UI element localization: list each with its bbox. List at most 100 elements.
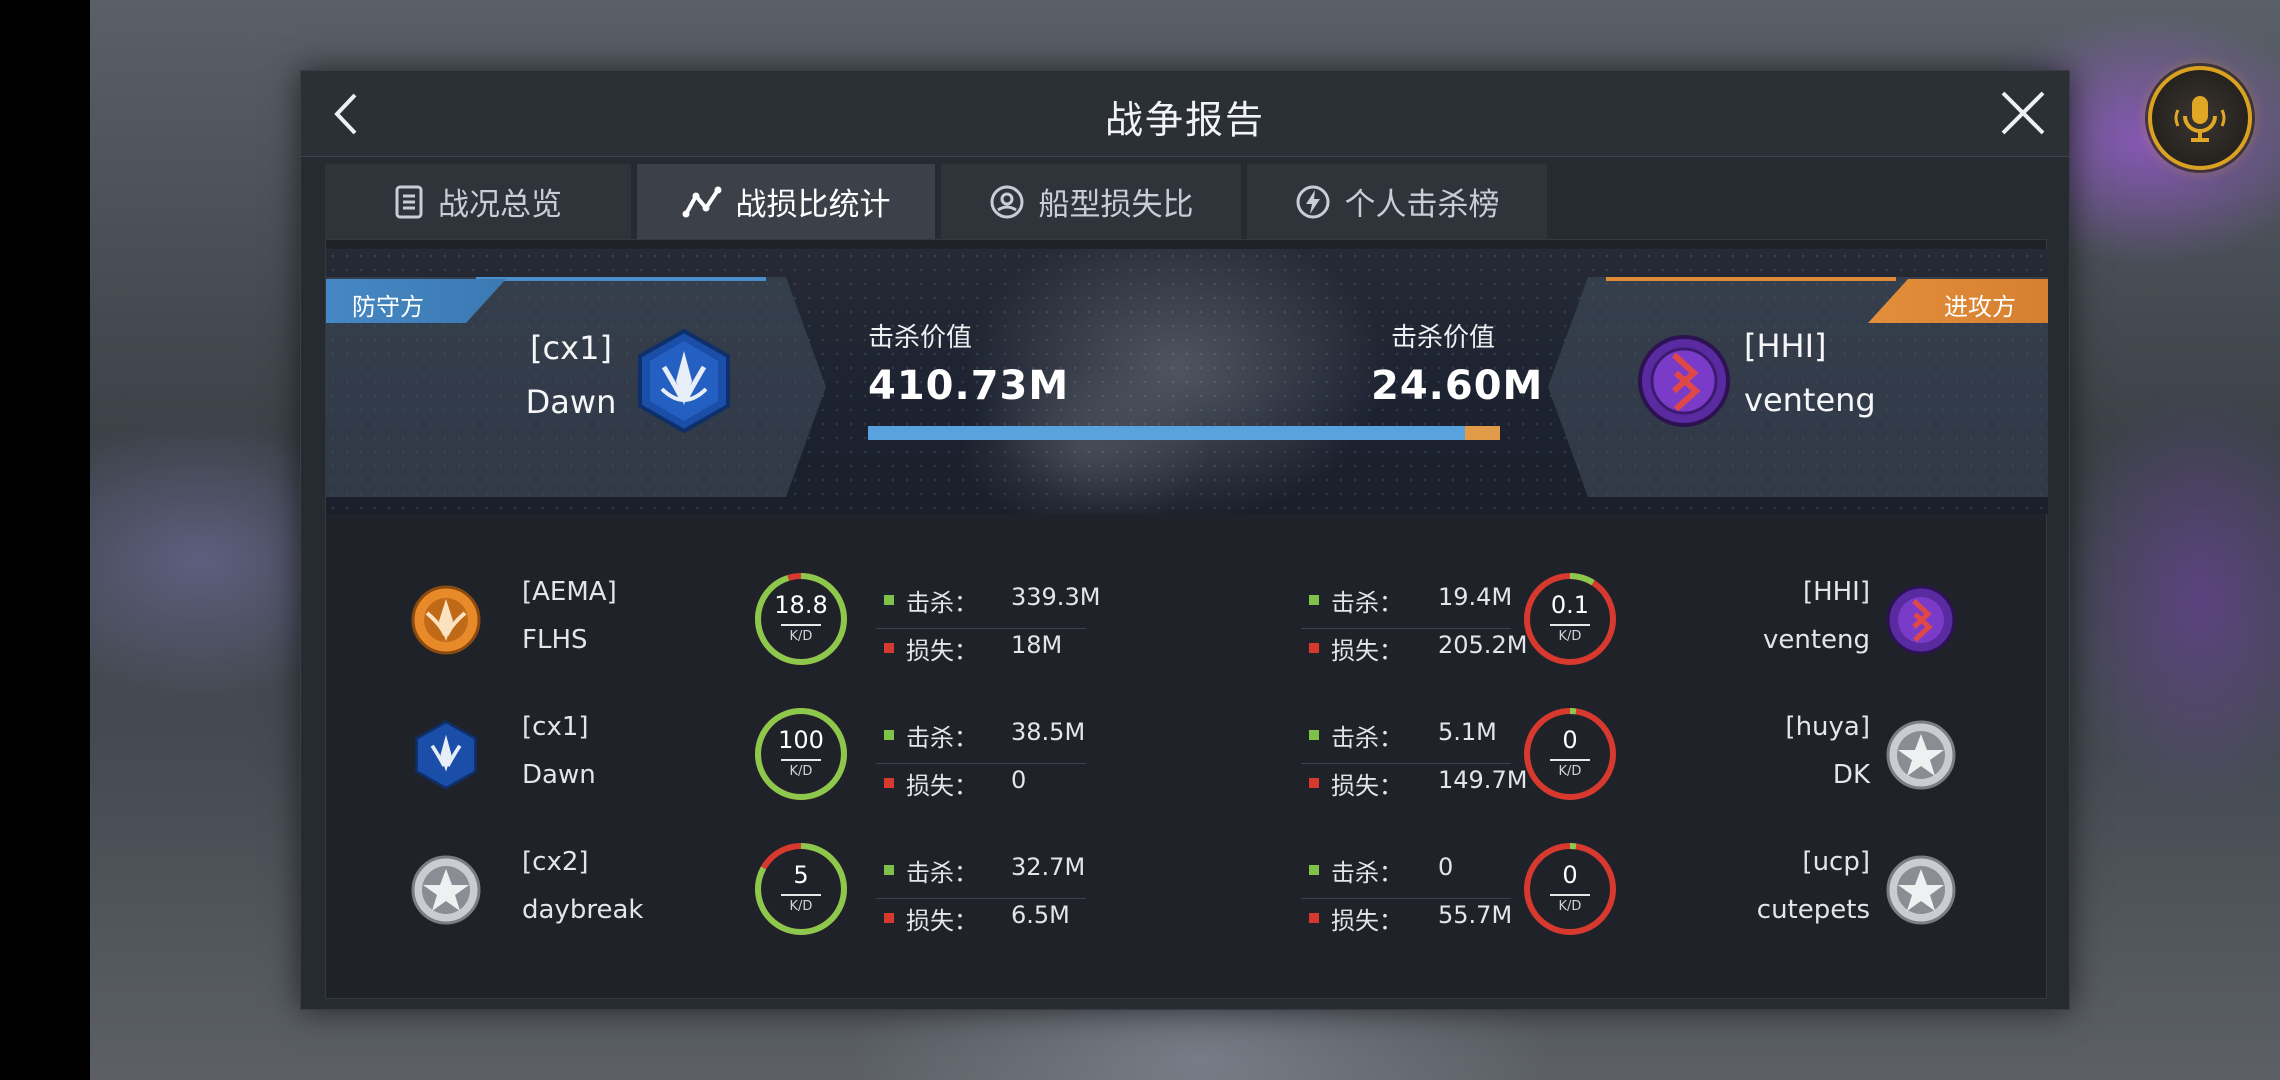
right-loss-value: 205.2M	[1438, 631, 1528, 659]
left-loss-value: 18M	[1011, 631, 1063, 659]
attacker-kill-value: 24.60M	[1371, 363, 1544, 409]
right-alliance-tag: [HHI]	[1802, 577, 1870, 607]
kd-ring: 100 K/D	[753, 706, 849, 802]
left-alliance-tag: [cx2]	[522, 847, 589, 877]
kd-value: 5	[793, 861, 809, 889]
kd-value: 0	[1562, 861, 1578, 889]
loss-label: 损失：	[1331, 907, 1403, 935]
comparison-row: [cx2] daybreak 5 K/D 击杀： 32.7M 损失： 6.5M …	[326, 823, 2048, 958]
loss-marker	[884, 913, 894, 923]
loss-marker	[884, 778, 894, 788]
defender-alliance-tag: [cx1]	[530, 329, 612, 367]
kill-marker	[1309, 865, 1319, 875]
loss-marker	[1309, 913, 1319, 923]
kd-label: K/D	[1558, 899, 1582, 914]
stat-divider	[876, 763, 1086, 764]
left-alliance-name: Dawn	[522, 760, 596, 790]
microphone-icon	[2174, 96, 2226, 142]
kd-label: K/D	[789, 899, 813, 914]
star-emblem-icon	[1886, 720, 1956, 790]
loss-marker	[884, 643, 894, 653]
stat-divider	[1301, 763, 1511, 764]
right-loss-value: 149.7M	[1438, 766, 1528, 794]
stat-divider	[876, 628, 1086, 629]
attacker-ratio-fill	[1464, 426, 1500, 440]
right-kill-value: 0	[1438, 853, 1454, 881]
kd-ring: 0 K/D	[1522, 841, 1618, 937]
tab-bar: 战况总览 战损比统计 船型损失比 个人击杀榜	[325, 164, 1547, 239]
document-icon	[395, 185, 423, 218]
tab-label: 战损比统计	[735, 187, 891, 223]
right-alliance-tag: [ucp]	[1802, 847, 1870, 877]
blue-emblem-icon	[415, 720, 477, 790]
close-icon[interactable]	[1995, 85, 2051, 141]
right-alliance-tag: [huya]	[1785, 712, 1870, 742]
comparison-row: [AEMA] FLHS 18.8 K/D 击杀： 339.3M 损失： 18M …	[326, 553, 2048, 688]
kd-divider	[781, 624, 821, 626]
kd-value: 0	[1562, 726, 1578, 754]
loss-label: 损失：	[906, 907, 978, 935]
left-alliance-tag: [cx1]	[522, 712, 589, 742]
kd-value: 18.8	[774, 591, 828, 619]
attacker-name: venteng	[1744, 381, 1876, 419]
tab-ship-loss[interactable]: 船型损失比	[941, 164, 1241, 239]
stat-divider	[876, 898, 1086, 899]
comparison-row: [cx1] Dawn 100 K/D 击杀： 38.5M 损失： 0 击杀： 5…	[326, 688, 2048, 823]
tab-label: 个人击杀榜	[1344, 187, 1500, 223]
kill-label: 击杀：	[906, 589, 978, 617]
loss-ratio-content: 防守方 进攻方 [cx1] Dawn 击杀价值 击杀价值 410.73M 24.…	[325, 239, 2048, 999]
kd-label: K/D	[789, 629, 813, 644]
war-report-dialog: 战争报告 战况总览 战损比统计 船型损失比 个人击杀榜 防守方 进攻方 [cx1…	[300, 70, 2070, 1010]
right-kill-value: 5.1M	[1438, 718, 1497, 746]
lightning-icon	[1296, 185, 1329, 218]
right-loss-value: 55.7M	[1438, 901, 1513, 929]
star-emblem-icon	[1886, 855, 1956, 925]
kill-label: 击杀：	[906, 859, 978, 887]
kill-label: 击杀：	[1331, 724, 1403, 752]
blue-emblem-icon	[638, 329, 730, 433]
left-kill-value: 339.3M	[1011, 583, 1101, 611]
purple-emblem-icon	[1886, 585, 1956, 655]
kd-label: K/D	[1558, 764, 1582, 779]
loss-label: 损失：	[906, 637, 978, 665]
kd-divider	[781, 894, 821, 896]
kd-ring: 5 K/D	[753, 841, 849, 937]
right-alliance-name: cutepets	[1756, 895, 1870, 925]
purple-emblem-icon	[1638, 335, 1730, 427]
stat-divider	[1301, 628, 1511, 629]
defender-accent-line	[476, 277, 766, 281]
tab-loss-ratio[interactable]: 战损比统计	[637, 164, 935, 239]
kd-value: 0.1	[1550, 591, 1590, 619]
kd-divider	[1550, 624, 1590, 626]
kill-value-ratio-bar	[868, 426, 1500, 440]
stat-divider	[1301, 898, 1511, 899]
kd-ring: 0 K/D	[1522, 706, 1618, 802]
kd-ring: 18.8 K/D	[753, 571, 849, 667]
kd-ring: 0.1 K/D	[1522, 571, 1618, 667]
title-bar: 战争报告	[301, 71, 2069, 157]
kill-marker	[1309, 730, 1319, 740]
left-loss-value: 6.5M	[1011, 901, 1070, 929]
right-kill-value: 19.4M	[1438, 583, 1513, 611]
voice-chat-button[interactable]	[2148, 66, 2252, 170]
kd-divider	[1550, 894, 1590, 896]
tab-overview[interactable]: 战况总览	[325, 164, 631, 239]
kd-value: 100	[778, 726, 824, 754]
kill-marker	[884, 730, 894, 740]
left-alliance-name: daybreak	[522, 895, 644, 925]
page-title: 战争报告	[1104, 98, 1265, 142]
defender-kill-value-label: 击杀价值	[868, 323, 973, 353]
right-alliance-name: DK	[1832, 760, 1870, 790]
kill-label: 击杀：	[1331, 859, 1403, 887]
kd-divider	[781, 759, 821, 761]
left-alliance-name: FLHS	[522, 625, 588, 655]
attacker-alliance-tag: [HHI]	[1744, 327, 1827, 365]
kd-label: K/D	[1558, 629, 1582, 644]
battle-summary-banner: 防守方 进攻方 [cx1] Dawn 击杀价值 击杀价值 410.73M 24.…	[326, 249, 2048, 514]
kd-label: K/D	[789, 764, 813, 779]
ship-icon	[990, 185, 1023, 218]
attacker-kill-value-label: 击杀价值	[1391, 323, 1496, 353]
left-loss-value: 0	[1011, 766, 1027, 794]
tab-kill-ranking[interactable]: 个人击杀榜	[1247, 164, 1547, 239]
kill-label: 击杀：	[906, 724, 978, 752]
